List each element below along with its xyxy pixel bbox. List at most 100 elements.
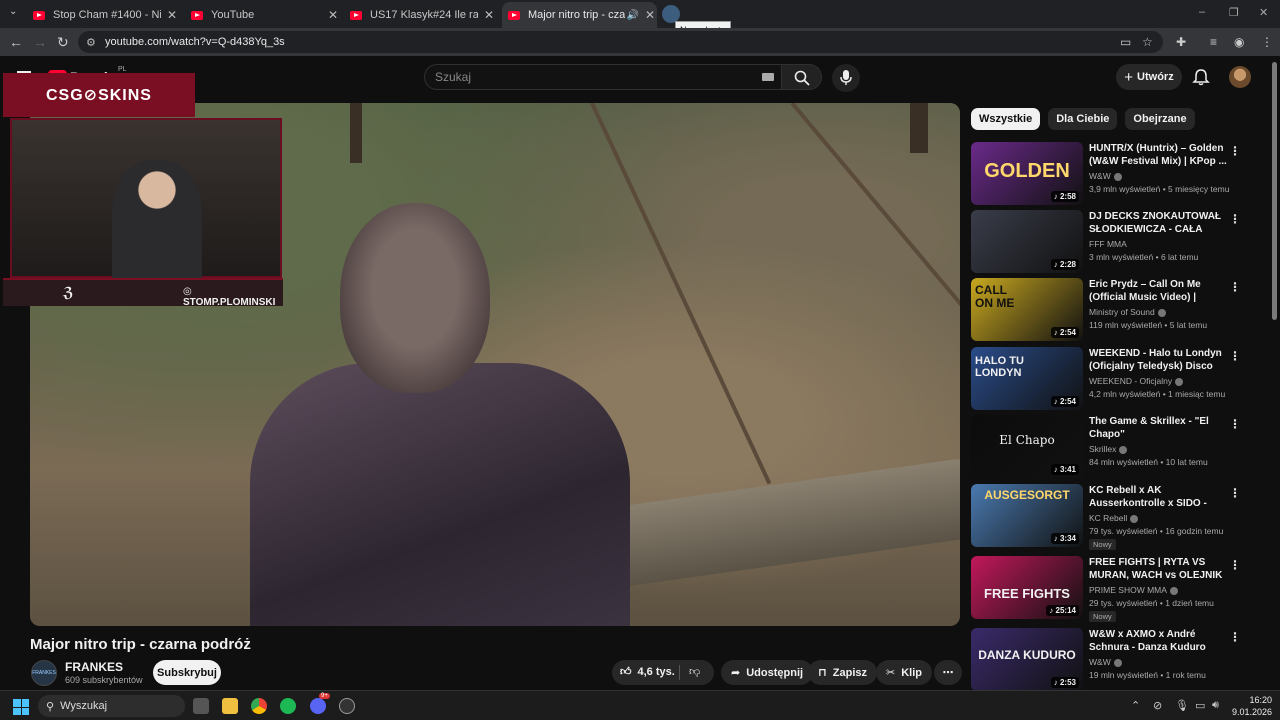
more-vert-icon[interactable]: ⋮ [1229, 280, 1241, 294]
site-info-icon[interactable]: ⚙ [86, 36, 98, 49]
recommendation-title[interactable]: FREE FIGHTS | RYTA VS MURAN, WACH vs OLE… [1089, 556, 1227, 582]
recommendation-channel[interactable]: Ministry of Sound [1089, 307, 1166, 317]
recommendation-channel[interactable]: KC Rebell [1089, 513, 1139, 523]
obs-icon[interactable] [339, 698, 355, 714]
share-button[interactable]: ➦ Udostępnij [721, 660, 814, 685]
video-thumbnail[interactable]: DANZA KUDURO ♪ 2:53 [971, 628, 1083, 691]
recommendation-item[interactable]: CALL ON ME ♪ 2:54 Eric Prydz – Call On Me … [971, 278, 1251, 342]
recommendation-title[interactable]: The Game & Skrillex - "El Chapo" [1089, 415, 1227, 441]
more-vert-icon[interactable]: ⋮ [1229, 212, 1241, 226]
recommendation-channel[interactable]: Skrillex [1089, 444, 1128, 454]
reading-list-icon[interactable]: ≡ [1210, 35, 1217, 49]
save-button[interactable]: ⊓ Zapisz [808, 660, 877, 685]
video-thumbnail[interactable]: GOLDEN ♪ 2:58 [971, 142, 1083, 205]
recommendation-channel[interactable]: W&W [1089, 171, 1122, 181]
file-explorer-icon[interactable] [222, 698, 238, 714]
recommendation-title[interactable]: Eric Prydz – Call On Me (Official Music … [1089, 278, 1227, 304]
recommendation-item[interactable]: GOLDEN ♪ 2:58 HUNTR/X (Huntrix) – Golden (… [971, 142, 1251, 206]
close-tab-icon[interactable]: ✕ [643, 8, 657, 22]
tab-2[interactable]: US17 Klasyk#24 Ile razy się zes ✕ [344, 4, 496, 26]
recommendation-title[interactable]: KC Rebell x AK Ausserkontrolle x SIDO - … [1089, 484, 1227, 510]
audio-playing-icon[interactable]: 🔊 [627, 10, 639, 21]
video-thumbnail[interactable]: FREE FIGHTS ♪ 25:14 [971, 556, 1083, 619]
create-button[interactable]: + Utwórz [1116, 64, 1182, 90]
address-bar[interactable]: ⚙ youtube.com/watch?v=Q-d438Yq_3s [78, 31, 1163, 53]
more-vert-icon[interactable]: ⋮ [1229, 486, 1241, 500]
tray-chevron-icon[interactable]: ⌃ [1131, 699, 1140, 712]
discord-icon[interactable]: 9+ [310, 693, 330, 714]
recommendation-title[interactable]: HUNTR/X (Huntrix) – Golden (W&W Festival… [1089, 142, 1227, 168]
tab-list-icon[interactable]: ⌄ [9, 6, 17, 17]
more-actions-button[interactable]: ⋯ [934, 660, 962, 685]
close-tab-icon[interactable]: ✕ [165, 8, 179, 22]
tab-1[interactable]: YouTube ✕ [185, 4, 340, 26]
tray-network-off-icon[interactable]: ⊘ [1153, 699, 1162, 712]
recommendation-title[interactable]: WEEKEND - Halo tu Londyn (Oficjalny Tele… [1089, 347, 1227, 373]
video-thumbnail[interactable]: CALL ON ME ♪ 2:54 [971, 278, 1083, 341]
recommendation-channel[interactable]: PRIME SHOW MMA [1089, 585, 1178, 595]
taskbar-search-label: Wyszukaj [60, 700, 108, 712]
recommendation-channel[interactable]: WEEKEND - Oficjalny [1089, 376, 1184, 386]
recommendation-item[interactable]: HALO TU LONDYN ♪ 2:54 WEEKEND - Halo tu Lo… [971, 347, 1251, 411]
more-vert-icon[interactable]: ⋮ [1229, 417, 1241, 431]
close-tab-icon[interactable]: ✕ [326, 8, 340, 22]
more-vert-icon[interactable]: ⋮ [1229, 144, 1241, 158]
minimize-icon[interactable]: – [1199, 6, 1205, 18]
chip-all[interactable]: Wszystkie [971, 108, 1041, 130]
more-vert-icon[interactable]: ⋮ [1229, 349, 1241, 363]
menu-kebab-icon[interactable]: ⋮ [1261, 35, 1273, 49]
cast-icon[interactable]: ▭ [1120, 35, 1131, 49]
back-icon[interactable]: ← [9, 34, 23, 50]
taskbar-search[interactable]: ⚲ Wyszukaj [38, 695, 185, 717]
recommendation-item[interactable]: DANZA KUDURO ♪ 2:53 W&W x AXMO x André Sch… [971, 628, 1251, 692]
reload-icon[interactable]: ↻ [57, 34, 69, 51]
close-tab-icon[interactable]: ✕ [482, 8, 496, 22]
tab-0[interactable]: Stop Cham #1400 - Niebezpiec ✕ [27, 4, 179, 26]
like-button[interactable]: 👍︎ 4,6 tys. [620, 665, 675, 679]
recommendation-item[interactable]: ♪ 2:28 DJ DECKS ZNOKAUTOWAŁ SŁODKIEWICZA … [971, 210, 1251, 274]
profile-icon[interactable]: ◉ [1234, 35, 1244, 49]
recommendation-channel[interactable]: FFF MMA [1089, 239, 1127, 249]
recommendation-title[interactable]: DJ DECKS ZNOKAUTOWAŁ SŁODKIEWICZA - CAŁA… [1089, 210, 1227, 236]
channel-name[interactable]: FRANKES [65, 660, 123, 674]
tab-3-active[interactable]: Major nitro trip - czarna po 🔊 ✕ [502, 2, 657, 28]
page-scrollbar[interactable] [1272, 62, 1278, 692]
search-button[interactable] [782, 64, 822, 90]
scrollbar-thumb[interactable] [1272, 62, 1277, 320]
keyboard-icon[interactable] [762, 73, 774, 81]
recommendation-channel[interactable]: W&W [1089, 657, 1122, 667]
chrome-icon[interactable] [251, 698, 267, 714]
clip-button[interactable]: ✂ Klip [876, 660, 932, 685]
channel-avatar[interactable]: FRANKES [31, 660, 57, 686]
notifications-bell-icon[interactable] [1192, 68, 1210, 86]
dislike-button[interactable]: 👎︎ [689, 665, 700, 678]
video-thumbnail[interactable]: HALO TU LONDYN ♪ 2:54 [971, 347, 1083, 410]
search-input[interactable] [435, 70, 735, 84]
recommendation-item[interactable]: AUSGESORGT ♪ 3:34 KC Rebell x AK Ausserkon… [971, 484, 1251, 550]
taskbar-clock[interactable]: 16:20 9.01.2026 [1232, 694, 1272, 718]
maximize-icon[interactable]: ❐ [1229, 6, 1239, 19]
tray-volume-icon[interactable]: 🔊︎ [1212, 699, 1219, 712]
tray-monitor-icon[interactable]: ▭ [1195, 699, 1205, 712]
more-vert-icon[interactable]: ⋮ [1229, 630, 1241, 644]
user-avatar[interactable] [1229, 66, 1251, 88]
recommendation-item[interactable]: El Chapo ♪ 3:41 The Game & Skrillex - "El … [971, 415, 1251, 479]
video-thumbnail[interactable]: ♪ 2:28 [971, 210, 1083, 273]
more-vert-icon[interactable]: ⋮ [1229, 558, 1241, 572]
close-window-icon[interactable]: ✕ [1259, 6, 1268, 19]
tray-mic-icon[interactable]: 🎙︎ [1175, 699, 1189, 712]
chip-for-you[interactable]: Dla Ciebie [1048, 108, 1118, 130]
extensions-icon[interactable]: ✚ [1176, 35, 1186, 49]
windows-start-icon[interactable] [13, 699, 29, 715]
chip-watched[interactable]: Obejrzane [1125, 108, 1195, 130]
video-thumbnail[interactable]: AUSGESORGT ♪ 3:34 [971, 484, 1083, 547]
subscribe-button[interactable]: Subskrybuj [153, 660, 221, 685]
voice-search-button[interactable] [832, 64, 860, 92]
recommendation-title[interactable]: W&W x AXMO x André Schnura - Danza Kudur… [1089, 628, 1227, 654]
task-view-icon[interactable] [193, 698, 209, 714]
recommendation-item[interactable]: FREE FIGHTS ♪ 25:14 FREE FIGHTS | RYTA VS … [971, 556, 1251, 622]
forward-icon[interactable]: → [33, 34, 47, 50]
video-thumbnail[interactable]: El Chapo ♪ 3:41 [971, 415, 1083, 478]
bookmark-star-icon[interactable]: ☆ [1142, 35, 1153, 49]
spotify-icon[interactable] [280, 698, 296, 714]
